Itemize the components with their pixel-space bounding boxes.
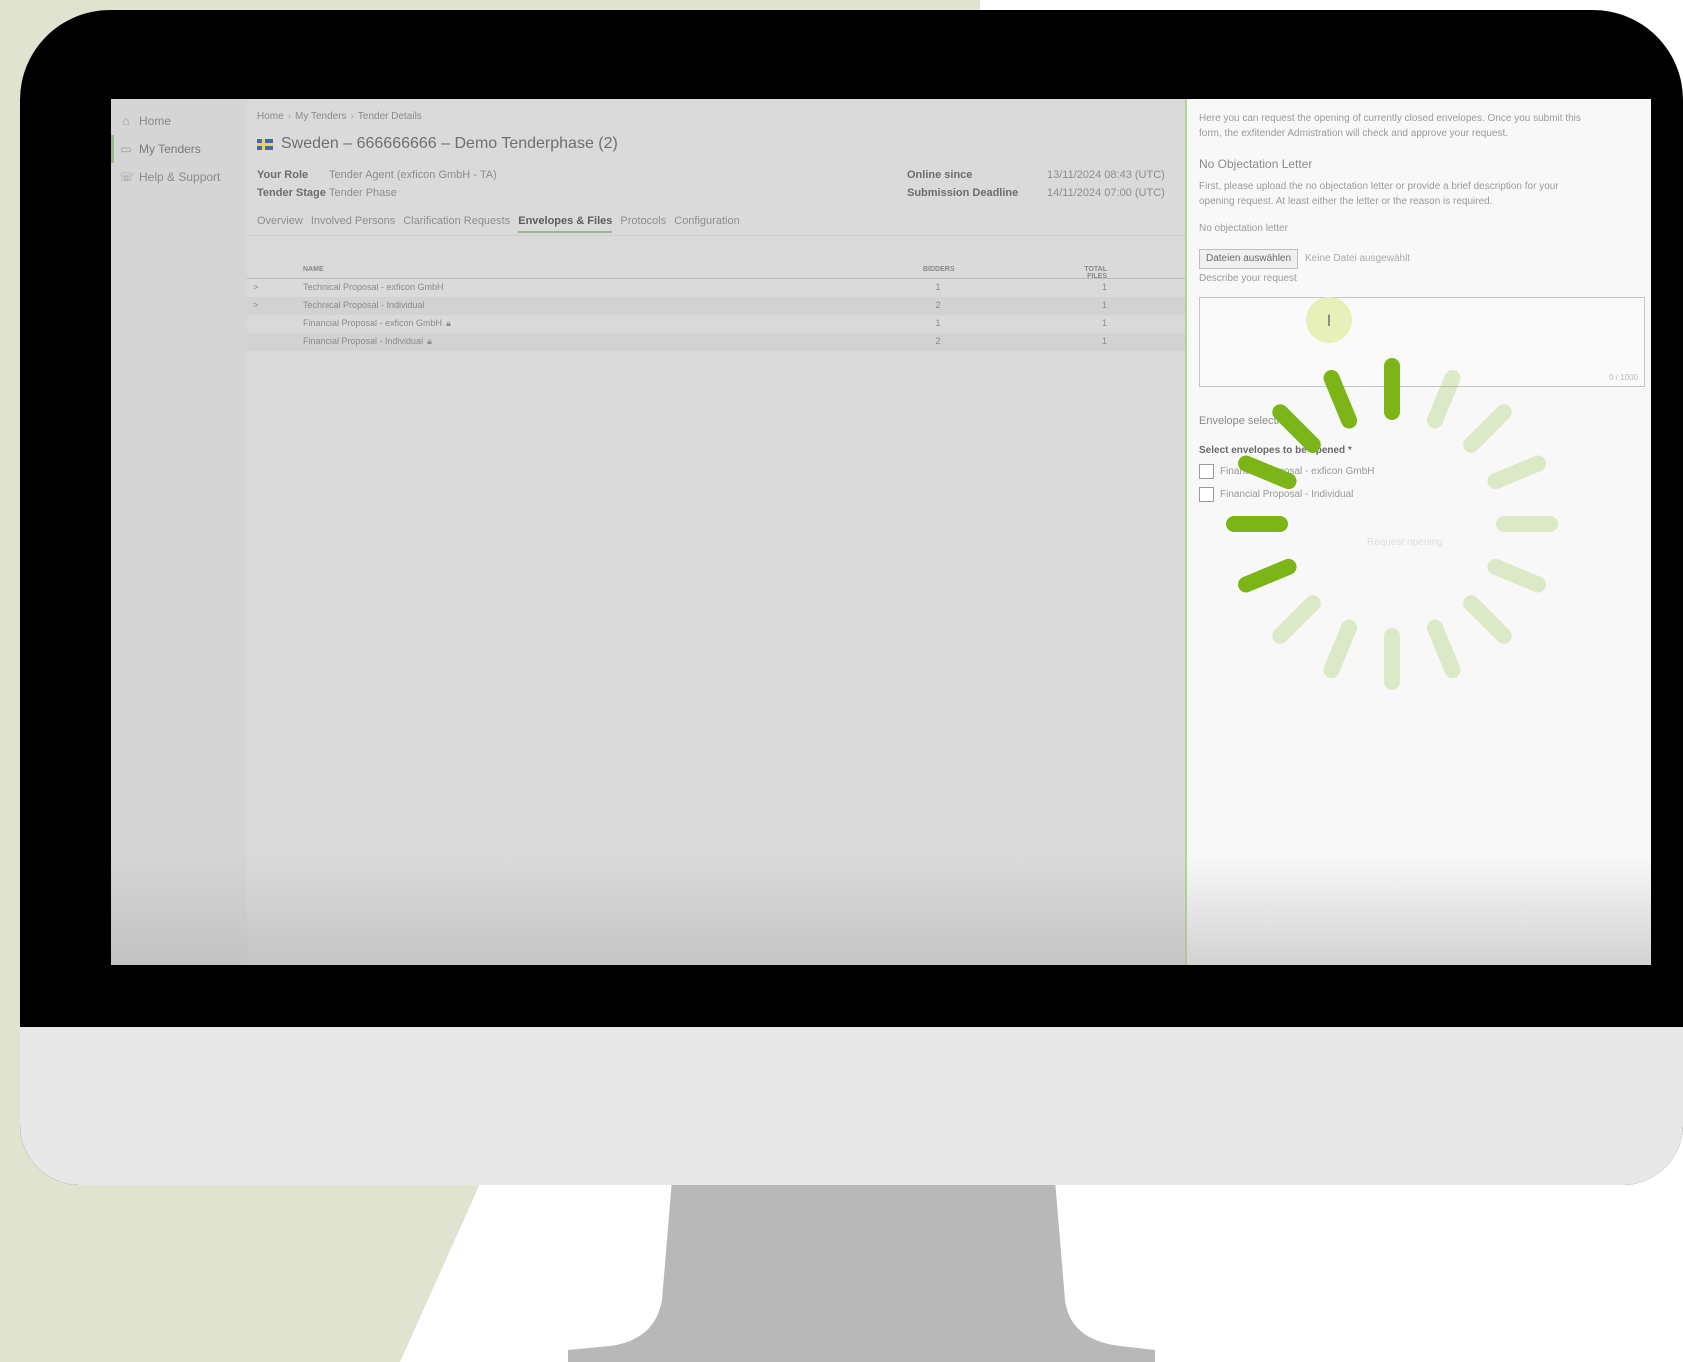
table-row[interactable]: Financial Proposal - Individual 🔒︎ 2 1 (247, 333, 1185, 351)
home-icon: ⌂ (122, 114, 130, 128)
row-bidders: 2 (935, 300, 941, 310)
sidebar: ⌂ Home ▭ My Tenders ☏ Help & Support (111, 99, 247, 965)
row-name: Technical Proposal - exficon GmbH (303, 282, 444, 292)
breadcrumb: Home › My Tenders › Tender Details (257, 111, 422, 122)
tab-overview[interactable]: Overview (257, 215, 303, 233)
row-bidders: 2 (935, 336, 941, 346)
row-bidders: 1 (935, 318, 941, 328)
lock-icon: 🔒︎ (427, 336, 432, 346)
header-bidders: BIDDERS (923, 266, 955, 273)
deadline-label: Submission Deadline (907, 187, 1019, 199)
tab-bar: Overview Involved Persons Clarification … (257, 215, 740, 233)
role-value: Tender Agent (exficon GmbH - TA) (329, 169, 497, 181)
tab-configuration[interactable]: Configuration (674, 215, 739, 233)
tab-clarification-requests[interactable]: Clarification Requests (403, 215, 510, 233)
row-name-wrap: Financial Proposal - Individual 🔒︎ (303, 336, 432, 347)
page-title-row: Sweden – 666666666 – Demo Tenderphase (2… (257, 135, 618, 153)
page-title: Sweden – 666666666 – Demo Tenderphase (2… (281, 135, 618, 152)
sidebar-item-home[interactable]: ⌂ Home (111, 107, 247, 135)
app-screen: ⌂ Home ▭ My Tenders ☏ Help & Support Hom… (111, 99, 1651, 965)
request-opening-panel: Here you can request the opening of curr… (1185, 99, 1651, 965)
row-name: Financial Proposal - exficon GmbH (303, 318, 443, 328)
sidebar-item-label: My Tenders (139, 142, 201, 156)
folder-icon: ▭ (120, 142, 132, 156)
sidebar-item-my-tenders[interactable]: ▭ My Tenders (111, 135, 247, 163)
deadline-block: Submission Deadline (907, 187, 1018, 199)
envelopes-table: NAME BIDDERS TOTAL FILES > Technical Pro… (247, 263, 1185, 351)
role-label-block: Your Role (257, 169, 308, 181)
row-files: 1 (1101, 300, 1107, 310)
monitor-chin (20, 1027, 1683, 1185)
no-objectation-text-2: opening request. At least either the let… (1199, 196, 1493, 207)
header-total-files: TOTAL FILES (1084, 266, 1107, 280)
breadcrumb-my-tenders[interactable]: My Tenders (295, 111, 347, 122)
table-header: NAME BIDDERS TOTAL FILES (247, 263, 1185, 280)
sidebar-item-help[interactable]: ☏ Help & Support (111, 163, 247, 191)
describe-label: Describe your request (1199, 273, 1297, 284)
row-bidders: 1 (935, 282, 941, 292)
tab-involved-persons[interactable]: Involved Persons (311, 215, 395, 233)
breadcrumb-separator: › (350, 111, 354, 122)
stage-label: Tender Stage (257, 187, 326, 199)
main-content: Home › My Tenders › Tender Details Swede… (247, 99, 1185, 965)
sweden-flag-icon (257, 138, 273, 150)
deadline-value: 14/11/2024 07:00 (UTC) (1047, 187, 1165, 199)
sidebar-item-label: Home (139, 114, 172, 128)
envelope-checkbox[interactable] (1199, 487, 1214, 502)
stage-value: Tender Phase (329, 187, 397, 199)
envelope-selection-heading: Envelope selection (1199, 415, 1292, 427)
expand-chevron-icon[interactable]: > (253, 300, 258, 310)
row-files: 1 (1101, 282, 1107, 292)
panel-intro-line-2: form, the exfitender Admistration will c… (1199, 128, 1509, 139)
row-name: Financial Proposal - Individual (303, 336, 424, 346)
monitor-frame: ⌂ Home ▭ My Tenders ☏ Help & Support Hom… (20, 10, 1683, 1185)
row-name-wrap: Financial Proposal - exficon GmbH 🔒︎ (303, 318, 451, 329)
sidebar-item-label: Help & Support (139, 170, 221, 184)
envelope-option[interactable]: Financial Proposal - Individual (1199, 487, 1353, 502)
breadcrumb-home[interactable]: Home (257, 111, 284, 122)
table-row[interactable]: > Technical Proposal - exficon GmbH 1 1 (247, 279, 1185, 297)
text-cursor-indicator: I (1306, 297, 1352, 343)
role-label: Your Role (257, 169, 309, 181)
table-row[interactable]: Financial Proposal - exficon GmbH 🔒︎ 1 1 (247, 315, 1185, 333)
header-name: NAME (303, 266, 324, 273)
text-cursor-icon: I (1326, 310, 1332, 330)
envelope-option-label: Financial Proposal - Individual (1220, 489, 1354, 500)
request-opening-button[interactable]: Request opening (1367, 537, 1443, 548)
select-envelopes-label: Select envelopes to be opened * (1199, 445, 1352, 456)
table-row[interactable]: > Technical Proposal - Individual 2 1 (247, 297, 1185, 315)
envelope-option-label: Financial Proposal - exficon GmbH (1220, 466, 1375, 477)
stage-label-block: Tender Stage (257, 187, 326, 199)
expand-chevron-icon[interactable]: > (253, 282, 258, 292)
envelope-option[interactable]: Financial Proposal - exficon GmbH (1199, 464, 1375, 479)
row-name: Technical Proposal - Individual (303, 300, 425, 310)
no-objectation-heading: No Objectation Letter (1199, 157, 1313, 171)
no-objectation-text-1: First, please upload the no objectation … (1199, 181, 1559, 192)
breadcrumb-current: Tender Details (357, 111, 422, 122)
tab-divider (247, 235, 1185, 236)
file-field-label: No objectation letter (1199, 223, 1288, 234)
tab-protocols[interactable]: Protocols (620, 215, 666, 233)
row-files: 1 (1101, 336, 1107, 346)
file-status: Keine Datei ausgewählt (1305, 253, 1411, 264)
lock-icon: 🔒︎ (446, 318, 451, 328)
choose-file-button[interactable]: Dateien auswählen (1199, 249, 1299, 269)
panel-intro-line-1: Here you can request the opening of curr… (1199, 113, 1581, 124)
online-since-block: Online since (907, 169, 972, 181)
envelope-checkbox[interactable] (1199, 464, 1214, 479)
describe-request-textarea[interactable]: 0 / 1000 (1199, 297, 1645, 387)
row-files: 1 (1101, 318, 1107, 328)
breadcrumb-separator: › (287, 111, 292, 122)
tab-envelopes-files[interactable]: Envelopes & Files (518, 215, 613, 233)
chat-icon: ☏ (119, 170, 135, 184)
char-counter: 0 / 1000 (1609, 373, 1638, 382)
online-since-label: Online since (907, 169, 973, 181)
online-since-value: 13/11/2024 08:43 (UTC) (1047, 169, 1165, 181)
